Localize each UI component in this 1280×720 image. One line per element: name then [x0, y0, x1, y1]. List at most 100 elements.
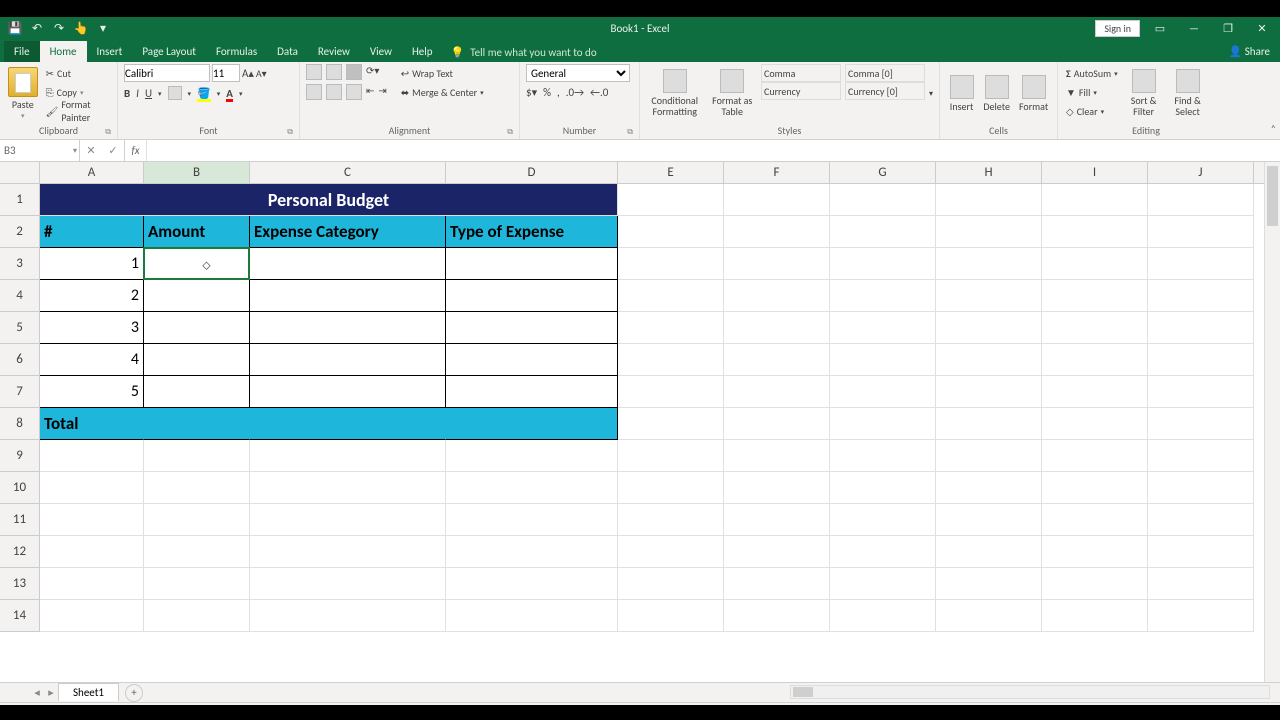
- cell[interactable]: [936, 440, 1042, 472]
- cell[interactable]: [936, 216, 1042, 248]
- cell[interactable]: 2: [40, 280, 144, 312]
- increase-font-icon[interactable]: A▴: [242, 67, 254, 80]
- cell[interactable]: [618, 568, 724, 600]
- cut-button[interactable]: ✂Cut: [44, 64, 111, 82]
- cell[interactable]: [618, 536, 724, 568]
- cell[interactable]: [1042, 216, 1148, 248]
- budget-header[interactable]: Expense Category: [250, 216, 446, 248]
- cell[interactable]: [144, 536, 250, 568]
- column-header[interactable]: B: [144, 162, 250, 183]
- tab-review[interactable]: Review: [308, 41, 360, 62]
- align-center-icon[interactable]: [326, 84, 342, 100]
- sheet-nav-next-icon[interactable]: ▸: [44, 686, 58, 699]
- cell[interactable]: [1042, 184, 1148, 216]
- cell[interactable]: [936, 568, 1042, 600]
- cell[interactable]: [618, 344, 724, 376]
- enter-formula-icon[interactable]: ✓: [102, 144, 124, 157]
- cell[interactable]: [830, 248, 936, 280]
- cell[interactable]: [40, 600, 144, 632]
- cell[interactable]: [724, 184, 830, 216]
- minimize-button[interactable]: —: [1180, 17, 1208, 39]
- launcher-icon[interactable]: ⧉: [287, 127, 293, 137]
- cell[interactable]: [936, 344, 1042, 376]
- cell[interactable]: [618, 216, 724, 248]
- cell[interactable]: [618, 184, 724, 216]
- cell[interactable]: [830, 440, 936, 472]
- border-icon[interactable]: [168, 86, 182, 100]
- cell[interactable]: [724, 216, 830, 248]
- cell[interactable]: [40, 440, 144, 472]
- cell[interactable]: [830, 472, 936, 504]
- cell[interactable]: [144, 376, 250, 408]
- undo-icon[interactable]: ↶: [30, 21, 44, 35]
- decrease-font-icon[interactable]: A▾: [256, 67, 267, 80]
- column-header[interactable]: C: [250, 162, 446, 183]
- cell[interactable]: [936, 408, 1042, 440]
- ribbon-display-icon[interactable]: ▭: [1146, 17, 1174, 39]
- tab-view[interactable]: View: [360, 41, 402, 62]
- cell[interactable]: [1042, 248, 1148, 280]
- cell[interactable]: [936, 504, 1042, 536]
- redo-icon[interactable]: ↷: [52, 21, 66, 35]
- orientation-icon[interactable]: ⟳▾: [366, 64, 379, 80]
- cell[interactable]: [446, 536, 618, 568]
- budget-title[interactable]: Personal Budget: [40, 184, 618, 216]
- cell[interactable]: [40, 536, 144, 568]
- cell[interactable]: [250, 600, 446, 632]
- align-left-icon[interactable]: [306, 84, 322, 100]
- cell[interactable]: [936, 472, 1042, 504]
- cell[interactable]: [144, 600, 250, 632]
- cell[interactable]: [1042, 536, 1148, 568]
- cell[interactable]: [830, 408, 936, 440]
- cell[interactable]: [250, 504, 446, 536]
- sheet-tab[interactable]: Sheet1: [58, 683, 119, 701]
- cell[interactable]: [936, 376, 1042, 408]
- collapse-ribbon-icon[interactable]: ˄: [1271, 122, 1276, 135]
- underline-button[interactable]: U: [145, 87, 152, 100]
- cell[interactable]: [144, 248, 250, 280]
- maximize-button[interactable]: ❐: [1214, 17, 1242, 39]
- clear-button[interactable]: ◇Clear▾: [1064, 102, 1120, 120]
- font-size-input[interactable]: [212, 64, 240, 82]
- column-header[interactable]: H: [936, 162, 1042, 183]
- align-middle-icon[interactable]: [326, 64, 342, 80]
- share-button[interactable]: 👤 Share: [1219, 41, 1280, 62]
- wrap-text-button[interactable]: ↩Wrap Text: [399, 64, 486, 82]
- cell[interactable]: [446, 312, 618, 344]
- launcher-icon[interactable]: ⧉: [507, 127, 513, 137]
- cell[interactable]: [936, 600, 1042, 632]
- cell[interactable]: [1042, 568, 1148, 600]
- cell[interactable]: [618, 280, 724, 312]
- format-painter-button[interactable]: 🖌Format Painter: [44, 102, 111, 120]
- cell[interactable]: [250, 312, 446, 344]
- cell[interactable]: [1148, 408, 1254, 440]
- bold-button[interactable]: B: [124, 87, 130, 100]
- cell[interactable]: [446, 408, 618, 440]
- cell[interactable]: [724, 472, 830, 504]
- cell[interactable]: [1148, 312, 1254, 344]
- cell[interactable]: [1042, 280, 1148, 312]
- insert-cells-button[interactable]: Insert: [946, 64, 977, 122]
- cell[interactable]: [724, 568, 830, 600]
- align-bottom-icon[interactable]: [346, 64, 362, 80]
- cell[interactable]: [1148, 600, 1254, 632]
- column-header[interactable]: E: [618, 162, 724, 183]
- cell[interactable]: [446, 344, 618, 376]
- styles-more-icon[interactable]: ▾: [929, 89, 933, 99]
- cell[interactable]: [724, 312, 830, 344]
- cell[interactable]: [830, 280, 936, 312]
- cell[interactable]: [830, 344, 936, 376]
- cell[interactable]: [1042, 344, 1148, 376]
- row-header[interactable]: 2: [0, 216, 40, 248]
- row-header[interactable]: 8: [0, 408, 40, 440]
- qat-more-icon[interactable]: ▾: [96, 21, 110, 35]
- cell[interactable]: [446, 568, 618, 600]
- budget-header[interactable]: Type of Expense: [446, 216, 618, 248]
- align-right-icon[interactable]: [346, 84, 362, 100]
- cell[interactable]: [250, 472, 446, 504]
- fill-color-icon[interactable]: 🪣: [197, 87, 211, 100]
- format-as-table-button[interactable]: Format as Table: [707, 64, 757, 122]
- cell[interactable]: [250, 376, 446, 408]
- add-sheet-button[interactable]: +: [125, 684, 143, 702]
- cell[interactable]: [1042, 600, 1148, 632]
